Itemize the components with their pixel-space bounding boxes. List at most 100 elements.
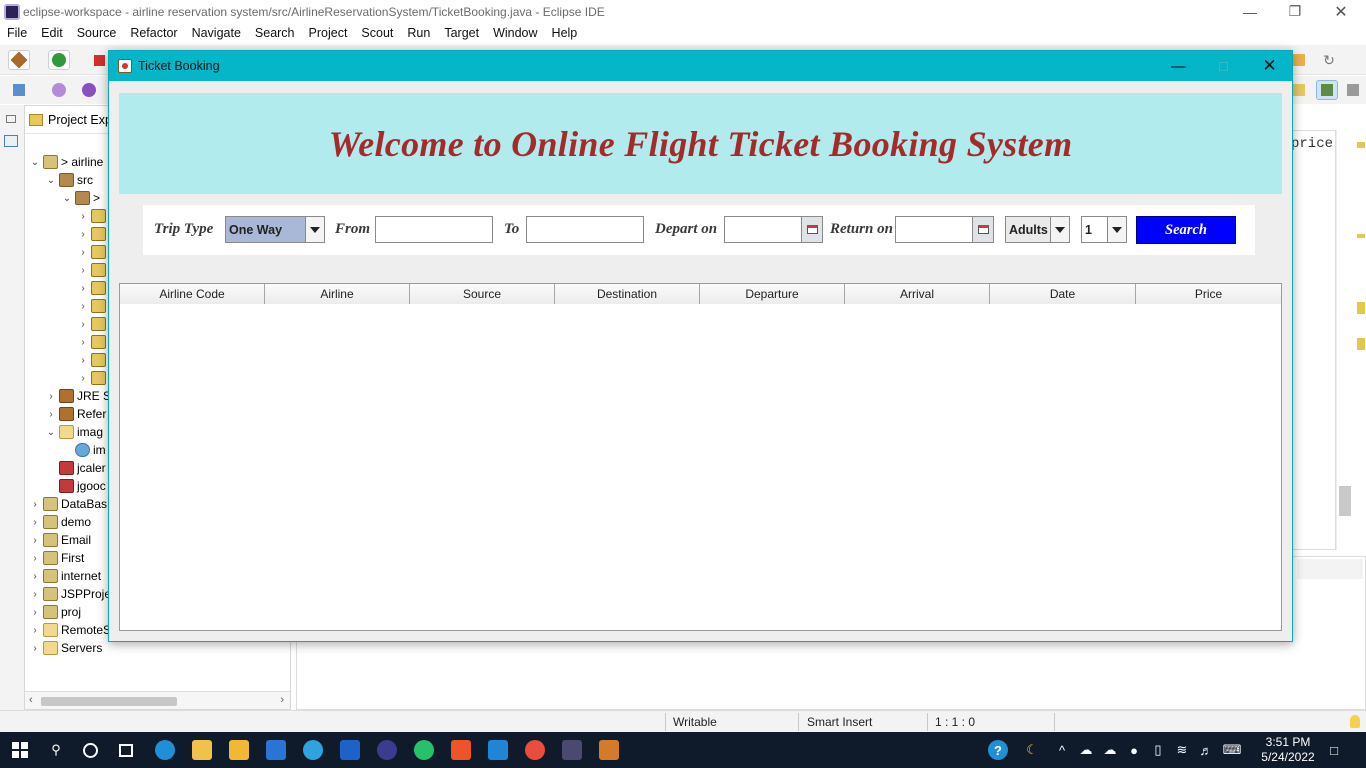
night-light-icon[interactable]: ☾ [1022, 740, 1042, 760]
scrollbar-thumb[interactable] [41, 697, 177, 706]
run-icon[interactable] [48, 50, 70, 70]
tree-item[interactable]: › JSPProje [29, 585, 111, 603]
scroll-right-icon[interactable]: › [280, 694, 284, 706]
close-icon[interactable]: ✕ [1318, 0, 1364, 23]
app-icon[interactable] [340, 740, 360, 760]
menu-edit[interactable]: Edit [34, 26, 70, 40]
menu-navigate[interactable]: Navigate [185, 26, 248, 40]
chevron-right-icon[interactable]: › [29, 553, 41, 564]
editor-overview-ruler[interactable] [1336, 130, 1366, 550]
calendar-icon[interactable] [972, 216, 994, 243]
tree-item[interactable]: › Email [29, 531, 91, 549]
help-tray-icon[interactable]: ? [988, 740, 1008, 760]
menu-file[interactable]: File [0, 26, 34, 40]
build-hammer-icon[interactable] [8, 50, 30, 70]
debug-perspective-icon[interactable] [1316, 80, 1338, 100]
tree-item[interactable]: › [77, 333, 109, 351]
column-header-destination[interactable]: Destination [555, 284, 700, 304]
java-app-icon[interactable] [599, 740, 619, 760]
refresh-icon[interactable]: ↻ [1318, 50, 1340, 70]
column-header-airline-code[interactable]: Airline Code [120, 284, 265, 304]
eclipse-running-icon[interactable] [562, 740, 582, 760]
chevron-right-icon[interactable]: › [77, 373, 89, 384]
menu-refactor[interactable]: Refactor [123, 26, 184, 40]
column-header-source[interactable]: Source [410, 284, 555, 304]
chevron-right-icon[interactable]: › [77, 283, 89, 294]
tree-item[interactable]: › demo [29, 513, 91, 531]
tree-item[interactable]: › [77, 243, 109, 261]
chrome-icon[interactable] [525, 740, 545, 760]
menu-search[interactable]: Search [248, 26, 302, 40]
chevron-right-icon[interactable]: › [29, 517, 41, 528]
tree-item[interactable]: › [77, 279, 109, 297]
tree-item[interactable]: › [77, 315, 109, 333]
tree-item[interactable]: ⌄ > [61, 189, 100, 207]
chevron-down-icon[interactable]: ⌄ [61, 193, 73, 204]
calendar-icon[interactable] [801, 216, 823, 243]
tree-item[interactable]: jgooc [45, 477, 106, 495]
minimize-icon[interactable]: — [1227, 0, 1273, 23]
menu-window[interactable]: Window [486, 26, 544, 40]
chevron-right-icon[interactable]: › [77, 337, 89, 348]
telegram-icon[interactable] [303, 740, 323, 760]
chevron-right-icon[interactable]: › [77, 229, 89, 240]
trip-type-select[interactable]: One Way [225, 216, 325, 243]
tip-lightbulb-icon[interactable] [1350, 715, 1360, 728]
mail-icon[interactable] [266, 740, 286, 760]
outline-view-icon[interactable] [4, 135, 18, 147]
passenger-type-select[interactable]: Adults [1005, 216, 1070, 243]
chevron-down-icon[interactable]: ⌄ [45, 175, 57, 186]
menu-run[interactable]: Run [400, 26, 437, 40]
windows-start-icon[interactable] [10, 740, 30, 760]
tree-item[interactable]: ⌄ src [45, 171, 93, 189]
chevron-right-icon[interactable]: › [29, 607, 41, 618]
store-icon[interactable] [229, 740, 249, 760]
tree-item[interactable]: ⌄ imag [45, 423, 103, 441]
menu-source[interactable]: Source [70, 26, 124, 40]
chevron-down-icon[interactable] [1107, 217, 1126, 242]
ruler-marker[interactable] [1357, 142, 1365, 148]
tree-item[interactable]: › [77, 297, 109, 315]
tree-item[interactable]: › JRE S [45, 387, 111, 405]
tree-item[interactable]: › proj [29, 603, 81, 621]
tree-item[interactable]: jcaler [45, 459, 106, 477]
menu-scout[interactable]: Scout [354, 26, 400, 40]
new-icon[interactable] [8, 80, 30, 100]
menu-project[interactable]: Project [302, 26, 355, 40]
scroll-left-icon[interactable]: ‹ [29, 694, 33, 706]
chevron-down-icon[interactable]: ⌄ [29, 157, 41, 168]
debug-icon[interactable] [78, 80, 100, 100]
chevron-right-icon[interactable]: › [29, 589, 41, 600]
tree-item[interactable]: › [77, 369, 109, 387]
column-header-date[interactable]: Date [990, 284, 1136, 304]
chevron-right-icon[interactable]: › [29, 535, 41, 546]
flights-table[interactable]: Airline Code Airline Source Destination … [119, 283, 1282, 631]
chevron-down-icon[interactable] [1050, 217, 1069, 242]
search-icon[interactable]: ⚲ [46, 740, 66, 760]
vscode-icon[interactable] [488, 740, 508, 760]
tree-item[interactable]: › [77, 207, 109, 225]
column-header-arrival[interactable]: Arrival [845, 284, 990, 304]
microphone-icon[interactable]: ● [1124, 740, 1144, 760]
eclipse-taskbar-icon[interactable] [377, 740, 397, 760]
chevron-right-icon[interactable]: › [77, 247, 89, 258]
menu-target[interactable]: Target [437, 26, 486, 40]
ruler-marker[interactable] [1357, 234, 1365, 238]
tree-item[interactable]: › [77, 225, 109, 243]
battery-icon[interactable]: ▯ [1148, 740, 1168, 760]
chevron-right-icon[interactable]: › [45, 409, 57, 420]
search-button[interactable]: Search [1136, 216, 1236, 244]
chevron-right-icon[interactable]: › [77, 211, 89, 222]
chevron-right-icon[interactable]: › [29, 499, 41, 510]
chevron-right-icon[interactable]: › [29, 571, 41, 582]
volume-icon[interactable]: ♬ [1196, 740, 1216, 760]
chevron-down-icon[interactable] [305, 217, 324, 242]
dialog-title-bar[interactable]: Ticket Booking — □ ✕ [109, 51, 1292, 81]
chevron-right-icon[interactable]: › [29, 625, 41, 636]
to-field[interactable] [526, 216, 644, 243]
onedrive-icon[interactable]: ☁ [1100, 740, 1120, 760]
chevron-right-icon[interactable]: › [77, 319, 89, 330]
chevron-right-icon[interactable]: › [77, 265, 89, 276]
chevron-right-icon[interactable]: › [77, 301, 89, 312]
depart-date-field[interactable] [724, 216, 802, 243]
